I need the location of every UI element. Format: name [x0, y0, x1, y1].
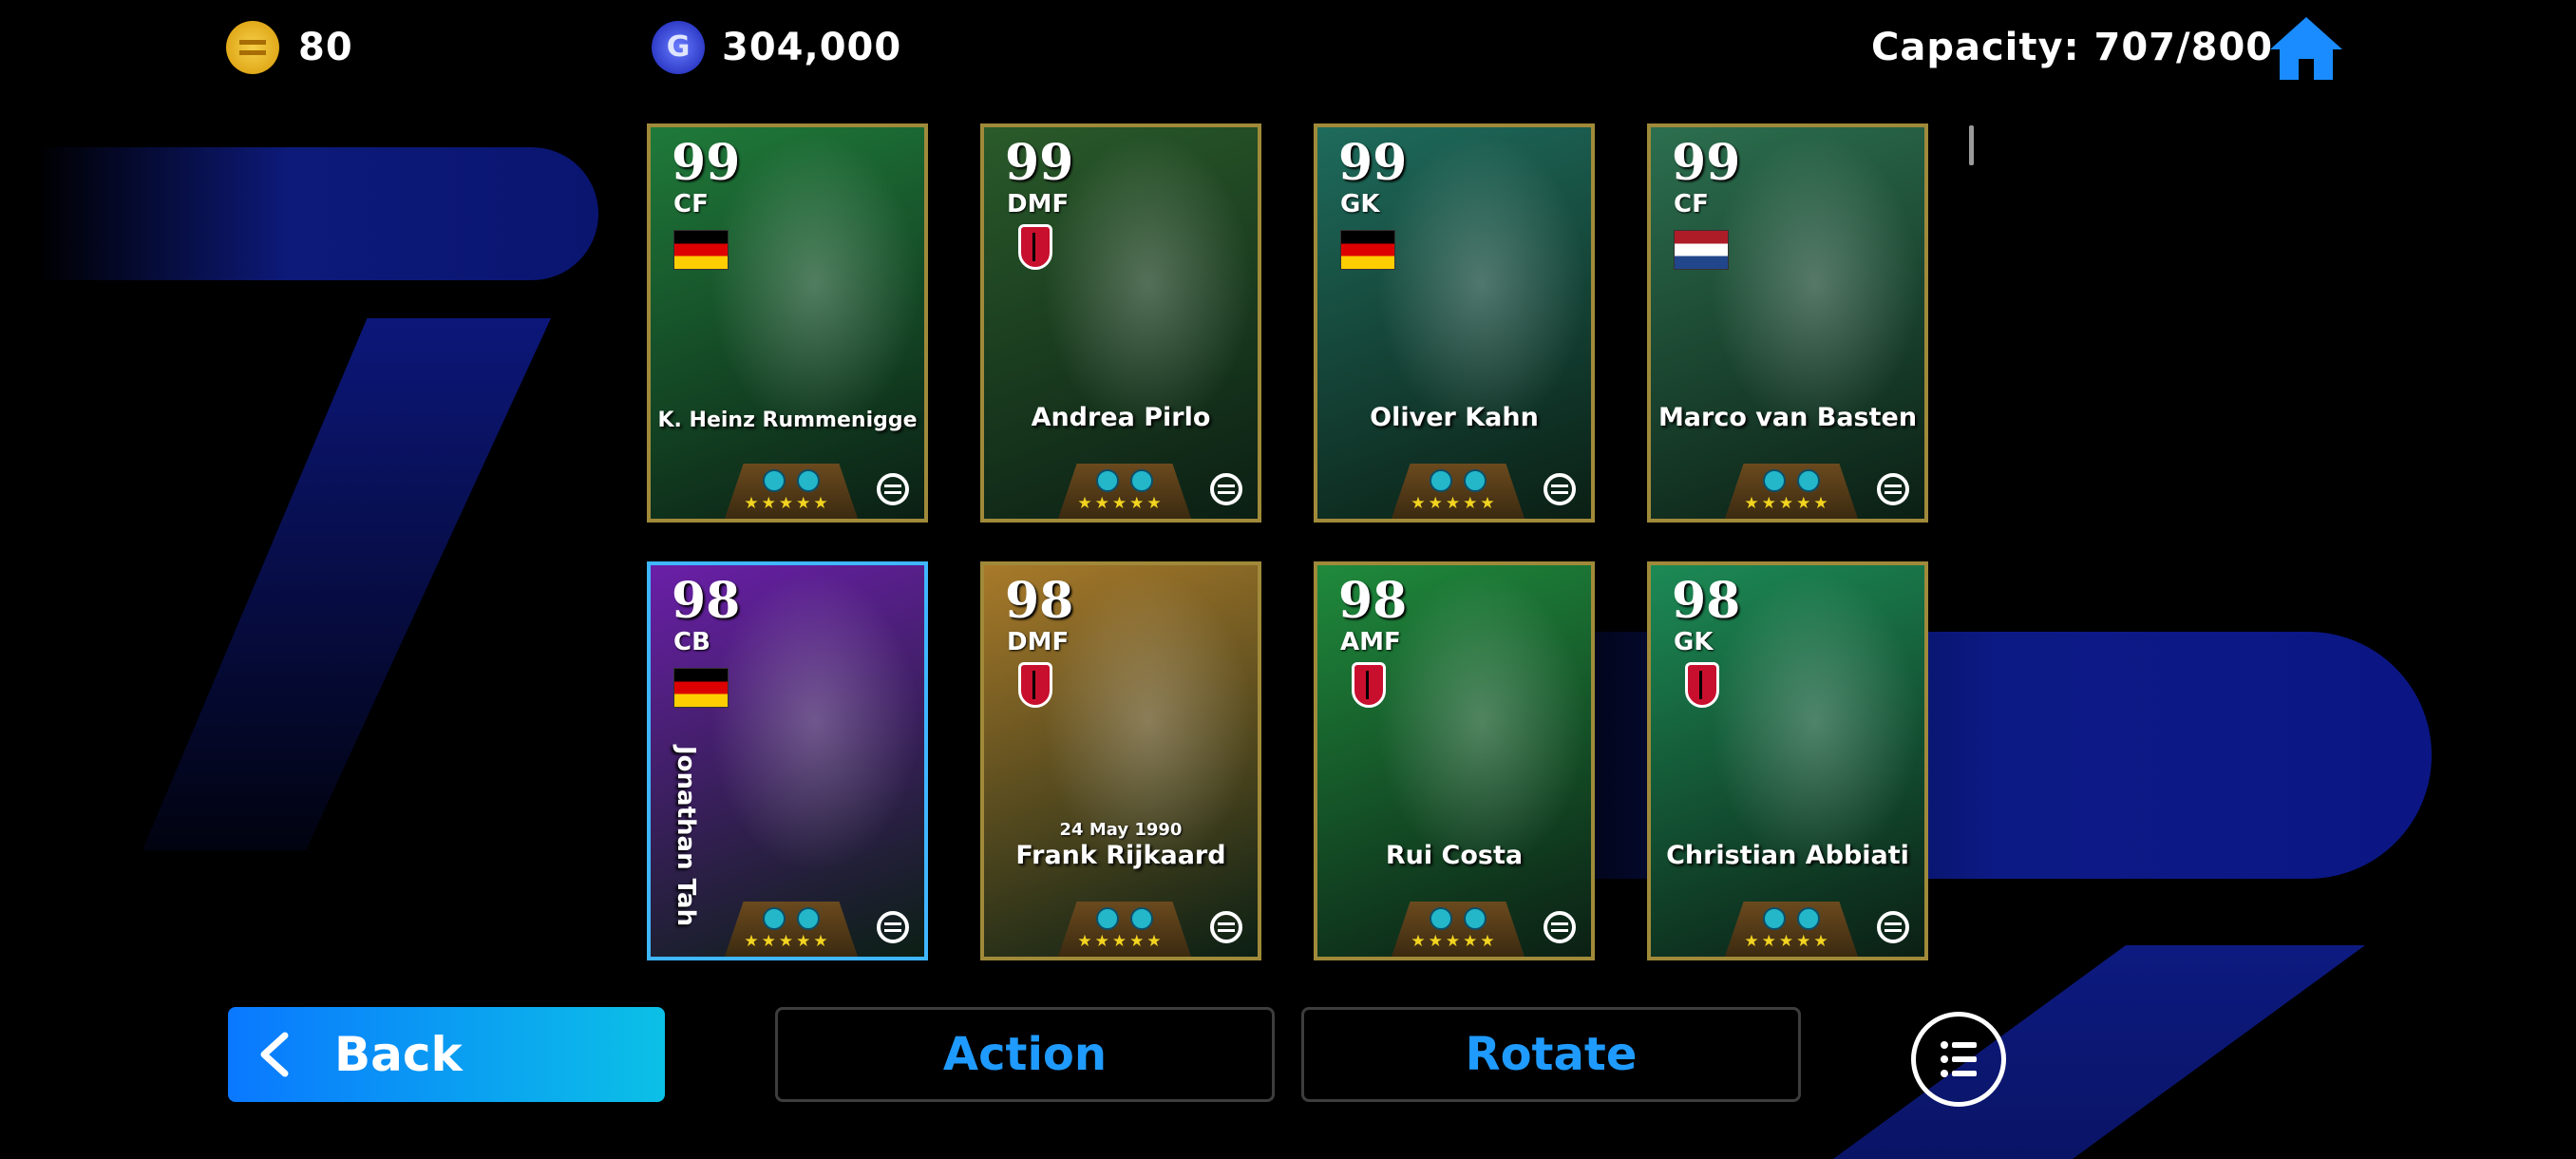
card-player-name: Marco van Basten	[1657, 403, 1918, 432]
skill-icon	[1130, 469, 1153, 492]
back-button-label: Back	[334, 1027, 463, 1082]
card-rating: 98	[1005, 572, 1074, 630]
card-position: CB	[673, 628, 710, 656]
card-position: AMF	[1340, 628, 1401, 656]
skill-icon	[1096, 907, 1119, 930]
rotate-button[interactable]: Rotate	[1301, 1007, 1801, 1102]
player-card[interactable]: 99 CF K. Heinz Rummenigge ★★★★★	[647, 124, 928, 522]
card-player-name: K. Heinz Rummenigge	[657, 408, 918, 432]
efootball-logo-icon	[1544, 911, 1576, 943]
player-card[interactable]: 99 DMF Andrea Pirlo ★★★★★	[980, 124, 1261, 522]
skill-icon	[1464, 469, 1487, 492]
player-card[interactable]: 98 CB Jonathan Tah ★★★★★	[647, 561, 928, 960]
player-card[interactable]: 98 GK Christian Abbiati ★★★★★	[1647, 561, 1928, 960]
ac-milan-badge-icon	[1018, 224, 1052, 270]
coins-balance: 80	[298, 26, 353, 69]
card-rating: 98	[1338, 572, 1408, 630]
card-rating: 99	[1338, 134, 1408, 192]
capacity-indicator: Capacity: 707/800	[1871, 26, 2274, 69]
card-player-name: Rui Costa	[1385, 841, 1524, 870]
gp-balance: 304,000	[722, 26, 902, 69]
card-rating: 98	[1672, 572, 1741, 630]
efootball-logo-icon	[877, 911, 909, 943]
germany-flag-icon	[673, 230, 729, 270]
ac-milan-badge-icon	[1352, 662, 1386, 708]
background-stripe	[142, 318, 551, 850]
skill-icon	[1797, 907, 1820, 930]
netherlands-flag-icon	[1674, 230, 1729, 270]
card-position: GK	[1674, 628, 1714, 656]
efootball-logo-icon	[877, 473, 909, 505]
skill-icon	[797, 907, 820, 930]
skill-icon	[1430, 469, 1452, 492]
gp-icon: G	[652, 21, 705, 74]
skill-icon	[763, 469, 786, 492]
card-position: CF	[673, 190, 709, 218]
efootball-logo-icon	[1544, 473, 1576, 505]
skill-icon	[1763, 469, 1786, 492]
card-position: DMF	[1007, 190, 1070, 218]
player-card[interactable]: 99 GK Oliver Kahn ★★★★★	[1314, 124, 1595, 522]
skill-icon	[1130, 907, 1153, 930]
card-position: GK	[1340, 190, 1380, 218]
card-player-name: Andrea Pirlo	[1031, 403, 1211, 432]
card-rating: 99	[1005, 134, 1074, 192]
skill-icon	[1430, 907, 1452, 930]
chevron-left-icon	[260, 1032, 289, 1077]
efootball-logo-icon	[1877, 473, 1909, 505]
player-card[interactable]: 98 DMF 24 May 1990 Frank Rijkaard ★★★★★	[980, 561, 1261, 960]
ac-milan-badge-icon	[1685, 662, 1719, 708]
germany-flag-icon	[673, 668, 729, 708]
card-player-name: Jonathan Tah	[672, 746, 700, 927]
card-player-name: Oliver Kahn	[1370, 403, 1539, 432]
efootball-logo-icon	[1210, 473, 1242, 505]
germany-flag-icon	[1340, 230, 1395, 270]
skill-icon	[797, 469, 820, 492]
efootball-logo-icon	[1877, 911, 1909, 943]
home-icon[interactable]	[2268, 15, 2344, 82]
card-rating: 99	[1672, 134, 1741, 192]
card-rating: 99	[672, 134, 741, 192]
background-stripe	[38, 147, 598, 280]
card-rating: 98	[672, 572, 741, 630]
list-icon	[1941, 1041, 1977, 1077]
skill-icon	[1797, 469, 1820, 492]
action-button[interactable]: Action	[775, 1007, 1275, 1102]
player-card[interactable]: 99 CF Marco van Basten ★★★★★	[1647, 124, 1928, 522]
gp-icon-letter: G	[666, 30, 691, 64]
card-player-name: Frank Rijkaard	[1015, 841, 1226, 870]
card-player-name: Christian Abbiati	[1666, 841, 1909, 870]
list-menu-button[interactable]	[1911, 1012, 2006, 1107]
card-date: 24 May 1990	[1059, 820, 1183, 840]
coin-icon	[226, 21, 279, 74]
scrollbar[interactable]	[1969, 125, 1974, 165]
skill-icon	[763, 907, 786, 930]
skill-icon	[1464, 907, 1487, 930]
skill-icon	[1096, 469, 1119, 492]
card-position: DMF	[1007, 628, 1070, 656]
back-button[interactable]: Back	[228, 1007, 665, 1102]
skill-icon	[1763, 907, 1786, 930]
efootball-logo-icon	[1210, 911, 1242, 943]
card-position: CF	[1674, 190, 1709, 218]
ac-milan-badge-icon	[1018, 662, 1052, 708]
player-card[interactable]: 98 AMF Rui Costa ★★★★★	[1314, 561, 1595, 960]
background-stripe	[1482, 632, 2432, 879]
